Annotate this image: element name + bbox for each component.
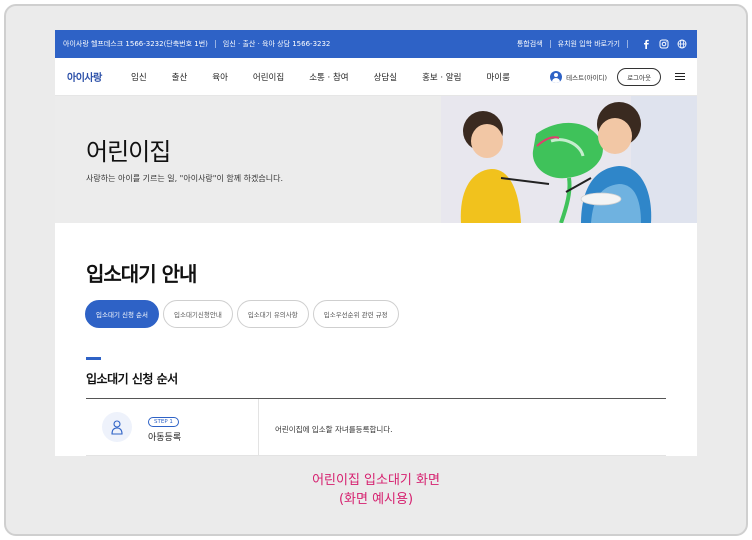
helpdesk-text: 아이사랑 헬프데스크 1566-3232(단축번호 1번) (63, 40, 208, 48)
menu-myroom[interactable]: 마이룸 (486, 71, 509, 83)
section-accent-bar (86, 357, 101, 360)
hero-banner: 어린이집 사랑하는 아이를 기르는 일, "아이사랑"이 함께 하겠습니다. (55, 96, 697, 223)
divider (627, 40, 628, 48)
step-description: 어린이집에 입소할 자녀를등록합니다. (275, 425, 393, 434)
divider (214, 40, 216, 48)
caption-line-2: (화면 예시용) (338, 492, 414, 507)
menu-parenting[interactable]: 육아 (212, 71, 228, 83)
user-icon (550, 70, 563, 83)
browser-screen: 아이사랑 헬프데스크 1566-3232(단축번호 1번) 임신 · 출산 · … (55, 30, 697, 456)
top-utility-bar: 아이사랑 헬프데스크 1566-3232(단축번호 1번) 임신 · 출산 · … (55, 30, 697, 58)
menu-notices[interactable]: 홍보 · 알림 (422, 71, 461, 83)
step-badge: STEP 1 (148, 417, 179, 427)
total-search-link[interactable]: 통합검색 (517, 39, 543, 49)
section-title: 입소대기 신청 순서 (86, 372, 178, 386)
logout-button[interactable]: 로그아웃 (617, 67, 661, 86)
facebook-icon[interactable] (639, 37, 653, 51)
tab-priority-rules[interactable]: 입소우선순위 관련 규정 (312, 300, 399, 328)
menu-counseling[interactable]: 상담실 (374, 71, 397, 83)
caption-line-1: 어린이집 입소대기 화면 (312, 473, 440, 488)
hero-children-painting-image (441, 96, 697, 223)
main-navigation: 아이사랑 임신 출산 육아 어린이집 소통 · 참여 상담실 홍보 · 알림 마… (55, 58, 697, 96)
hero-subtitle: 사랑하는 아이를 기르는 일, "아이사랑"이 함께 하겠습니다. (86, 174, 283, 183)
divider (549, 40, 551, 48)
menu-pregnancy[interactable]: 임신 (131, 71, 147, 83)
instagram-icon[interactable] (657, 37, 671, 51)
hero-title: 어린이집 (86, 138, 171, 166)
menu-community[interactable]: 소통 · 참여 (309, 71, 348, 83)
menu-daycare[interactable]: 어린이집 (253, 71, 284, 83)
kindergarten-link[interactable]: 유치원 입학 바로가기 (558, 39, 620, 49)
step-label-cell: STEP 1 아동등록 (86, 399, 259, 456)
page-title: 입소대기 안내 (86, 262, 197, 286)
tab-application-order[interactable]: 입소대기 신청 순서 (85, 300, 159, 328)
consult-text: 임신 · 출산 · 육아 상담 1566-3232 (222, 40, 331, 48)
user-area: 테스트(아이디) 로그아웃 (550, 67, 685, 86)
user-name[interactable]: 테스트(아이디) (566, 72, 607, 82)
screen-caption: 어린이집 입소대기 화면 (화면 예시용) (0, 471, 752, 509)
step-name: 아동등록 (148, 433, 182, 443)
tab-precautions[interactable]: 입소대기 유의사항 (236, 300, 309, 328)
menu-birth[interactable]: 출산 (172, 71, 188, 83)
hamburger-menu-icon[interactable] (675, 72, 685, 81)
tab-application-guide[interactable]: 입소대기신청안내 (162, 300, 233, 328)
site-logo[interactable]: 아이사랑 (67, 69, 131, 84)
tab-list: 입소대기 신청 순서 입소대기신청안내 입소대기 유의사항 입소우선순위 관련 … (85, 300, 403, 328)
step-row: STEP 1 아동등록 어린이집에 입소할 자녀를등록합니다. (86, 399, 666, 456)
top-utility-links: 통합검색 유치원 입학 바로가기 (517, 37, 689, 51)
main-menu: 임신 출산 육아 어린이집 소통 · 참여 상담실 홍보 · 알림 마이룸 (131, 71, 535, 83)
globe-icon[interactable] (675, 37, 689, 51)
child-register-icon (102, 412, 132, 442)
